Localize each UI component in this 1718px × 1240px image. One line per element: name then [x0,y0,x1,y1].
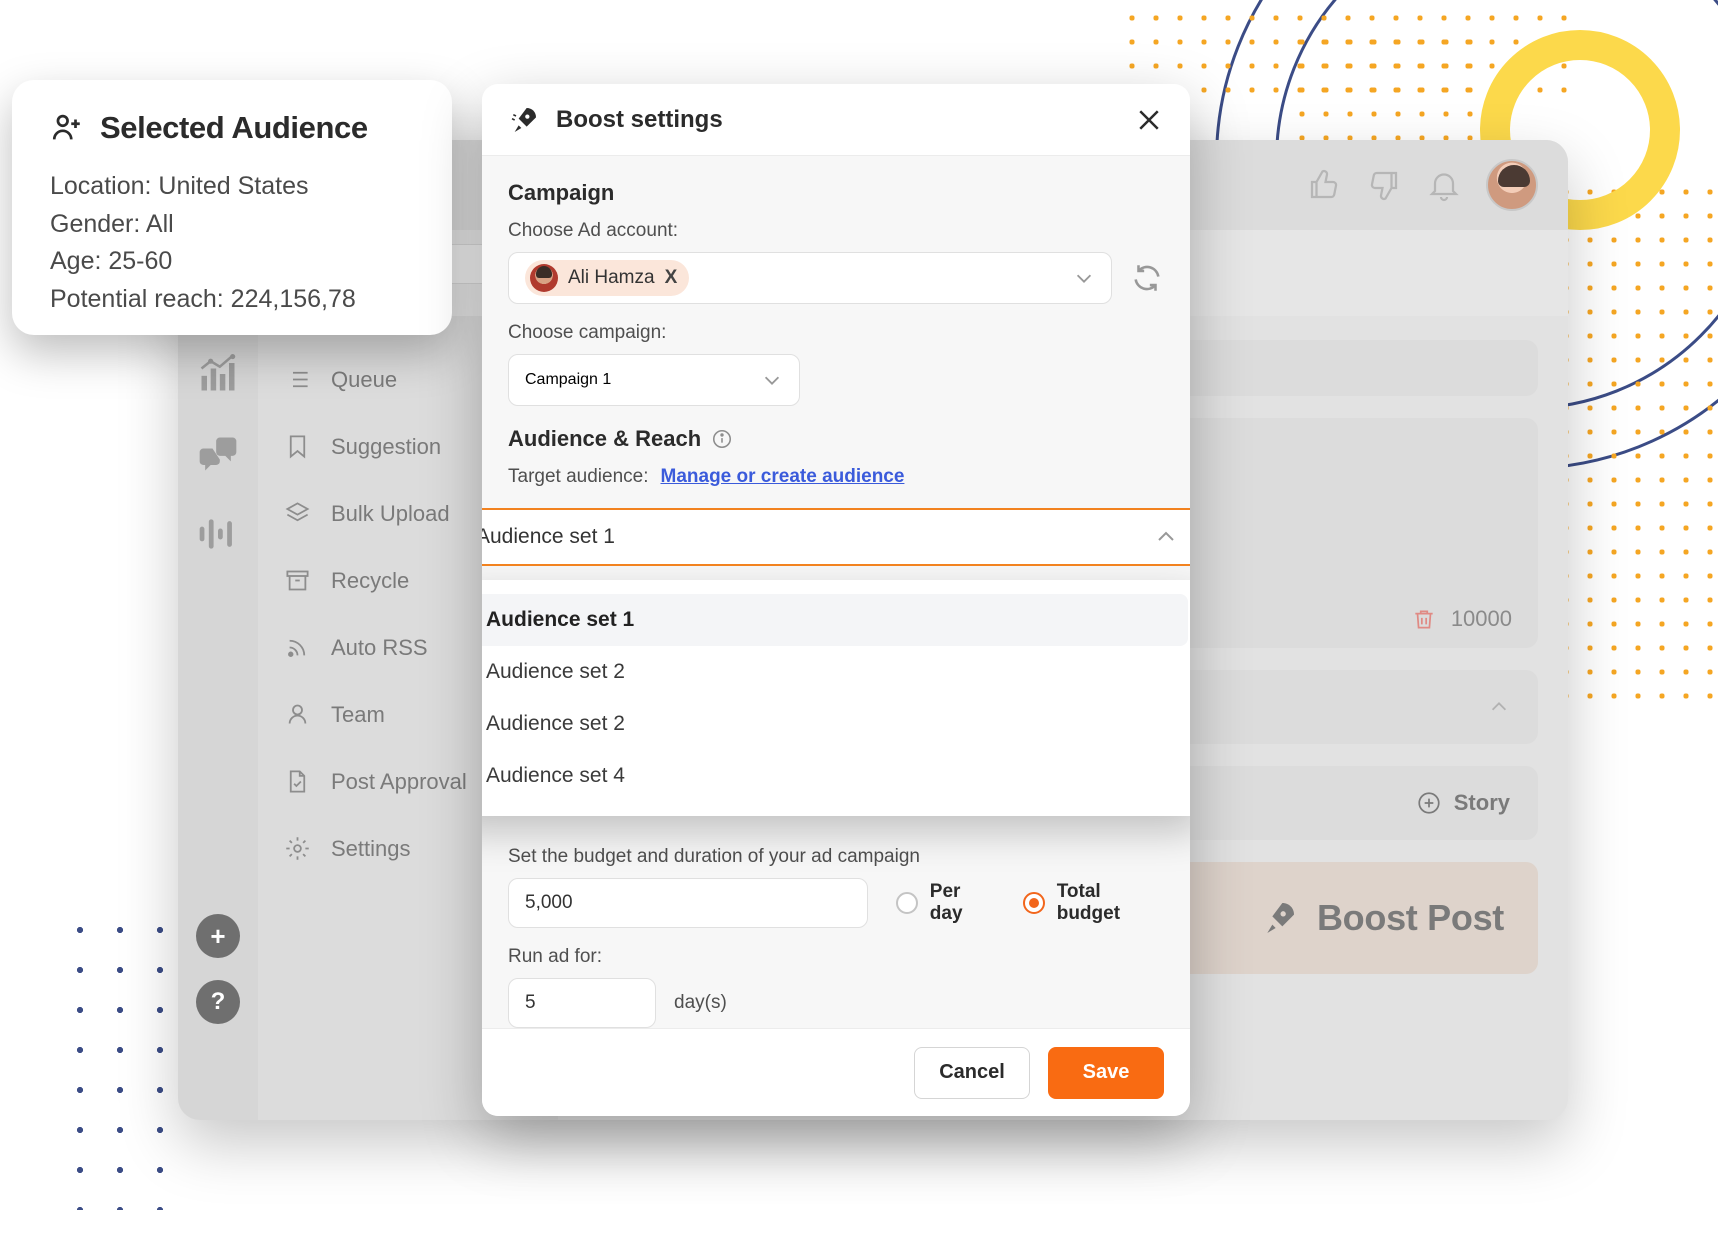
chevron-down-icon [764,376,780,385]
rocket-icon [511,107,536,132]
document-check-icon [289,770,306,793]
sidebar-item-label: Settings [331,835,411,861]
audience-section-title: Audience & Reach [508,426,702,451]
radio-total-budget[interactable] [1022,892,1045,914]
page-title: Selected Audience [100,110,368,145]
boost-settings-dialog: Boost settings Campaign Choose Ad accoun… [482,84,1190,1116]
bookmark-icon [289,435,306,459]
total-budget-label: Total budget [1056,881,1121,924]
total-budget-radio-option[interactable]: Total budget [1022,881,1164,925]
budget-row: 5,000 Per day Total budget [508,878,1164,928]
audience-potential-reach: Potential reach: 224,156,78 [50,284,356,313]
campaign-section-title: Campaign [508,180,615,205]
days-value: 5 [525,992,536,1013]
avatar[interactable] [1486,159,1538,211]
run-duration-row: 5 day(s) [508,978,1164,1028]
budget-amount-input[interactable]: 5,000 [508,878,868,928]
dropdown-option[interactable]: Audience set 2 [482,698,1188,750]
budget-section: Set the budget and duration of your ad c… [508,846,1164,1028]
cancel-button[interactable]: Cancel [914,1046,1030,1099]
target-audience-row: Target audience: Manage or create audien… [508,466,1164,488]
days-input[interactable]: 5 [508,978,656,1028]
chevron-down-icon [1076,274,1092,283]
ad-account-row: Ali Hamza X [508,252,1164,304]
info-icon[interactable] [711,428,733,450]
sidebar-item-label: Post Approval [331,768,467,794]
dialog-title: Boost settings [556,105,723,133]
analytics-icon[interactable] [196,352,240,396]
archive-icon [286,570,309,591]
days-unit-label: day(s) [674,992,727,1013]
refresh-icon[interactable] [1130,261,1164,295]
selected-audience-header: Selected Audience [50,110,414,146]
dropdown-option[interactable]: Audience set 4 [482,750,1188,802]
audience-gender: Gender: All [50,209,174,238]
chevron-up-icon[interactable] [1488,696,1510,718]
ad-account-select[interactable]: Ali Hamza X [508,252,1112,304]
dialog-header: Boost settings [482,84,1190,156]
app-icon-rail: + ? [178,316,258,1120]
dialog-footer: Cancel Save [482,1028,1190,1116]
close-icon[interactable] [1134,105,1164,135]
sidebar-item-label: Recycle [331,567,410,593]
audience-set-dropdown-menu: Audience set 1 Audience set 2 Audience s… [482,580,1190,816]
campaign-select-value: Campaign 1 [525,371,612,388]
run-ad-for-label: Run ad for: [508,946,602,967]
per-day-label: Per day [929,881,963,924]
user-plus-icon [52,114,80,140]
thumbs-up-icon[interactable] [1306,167,1342,203]
screenshot-root: tent + ? [0,0,1718,1240]
bell-icon[interactable] [1426,167,1462,203]
sidebar-item-label: Queue [331,366,398,392]
budget-amount-value: 5,000 [525,892,573,913]
manage-or-create-audience-link[interactable]: Manage or create audience [661,466,905,488]
thumbs-down-icon[interactable] [1366,167,1402,203]
save-button[interactable]: Save [1048,1046,1164,1099]
ad-account-chip-label: Ali Hamza [568,267,655,288]
audience-section-header: Audience & Reach [508,426,1164,452]
audience-set-combobox[interactable]: Audience set 1 [482,508,1190,566]
character-count: 10000 [1450,606,1512,631]
campaign-select[interactable]: Campaign 1 [508,354,800,406]
add-button[interactable]: + [196,914,240,958]
ad-account-label: Choose Ad account: [508,220,679,241]
character-count-row: 10000 [1411,606,1512,632]
audience-location: Location: United States [50,172,309,200]
budget-helper-text: Set the budget and duration of your ad c… [508,846,920,867]
navy-dot-grid-bottom-left [60,910,185,1210]
audience-set-value: Audience set 1 [482,525,615,548]
dropdown-option[interactable]: Audience set 1 [482,594,1188,646]
radio-per-day[interactable] [895,892,918,914]
chip-remove-icon[interactable]: X [665,267,678,289]
ad-account-chip[interactable]: Ali Hamza X [525,260,690,296]
sidebar-item-label: Auto RSS [331,634,428,660]
dropdown-option[interactable]: Audience set 2 [482,646,1188,698]
trash-icon[interactable] [1411,606,1437,632]
audience-age: Age: 25-60 [50,247,173,275]
plus-circle-icon [1418,792,1440,814]
rss-icon [288,639,306,657]
sidebar-item-label: Suggestion [331,433,442,459]
per-day-radio-option[interactable]: Per day [895,881,995,925]
rocket-icon [1267,903,1294,933]
list-icon [287,371,308,388]
target-audience-label: Target audience: [508,466,649,487]
dialog-body: Campaign Choose Ad account: Ali Hamza X … [482,156,1190,1028]
story-label: Story [1453,790,1510,815]
conversations-icon[interactable] [196,432,240,476]
selected-audience-card: Selected Audience Location: United State… [12,80,452,335]
orange-dot-grid-upper-right [1290,30,1480,150]
sidebar-item-label: Team [331,701,385,727]
chevron-up-icon [1158,531,1174,541]
sidebar-item-label: Bulk Upload [331,500,450,526]
layers-icon [285,502,310,522]
gear-icon [286,837,309,860]
orange-dot-grid-top [1120,0,1570,102]
boost-post-label: Boost Post [1316,897,1504,938]
help-button[interactable]: ? [196,980,240,1024]
campaign-label: Choose campaign: [508,322,667,343]
avatar [530,264,558,292]
user-icon [288,704,307,724]
audio-waveform-icon[interactable] [196,512,240,556]
